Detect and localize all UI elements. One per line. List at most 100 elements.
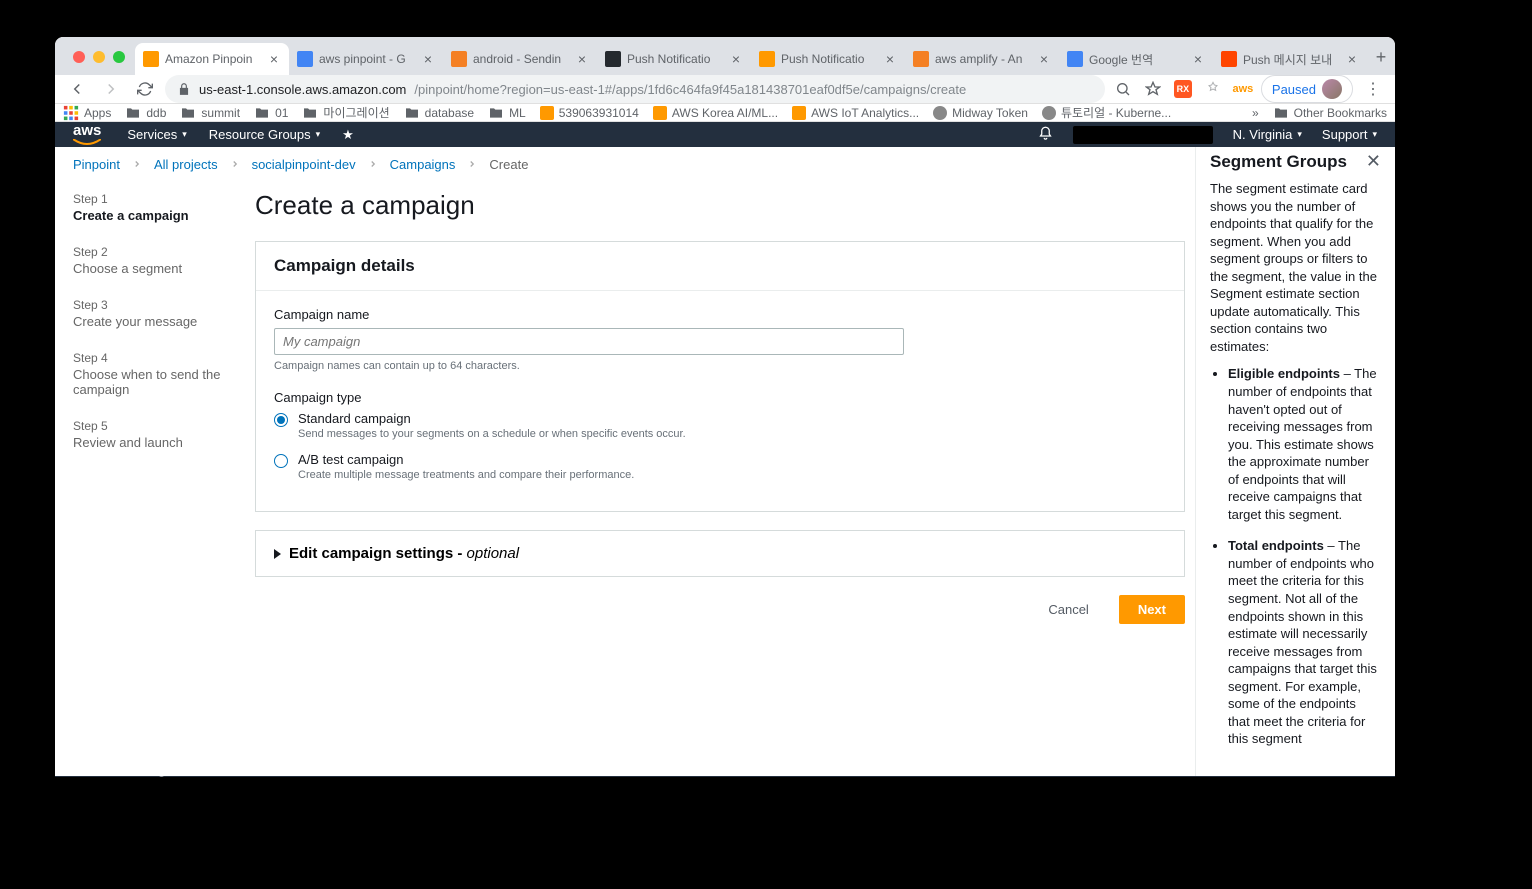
profile-paused[interactable]: Paused [1261, 75, 1353, 103]
bookmark-item[interactable]: AWS Korea AI/ML... [653, 106, 778, 120]
campaign-name-input[interactable] [274, 328, 904, 355]
bookmark-item[interactable]: AWS IoT Analytics... [792, 106, 919, 120]
browser-tab[interactable]: android - Sendin× [443, 43, 597, 75]
browser-tab[interactable]: Amazon Pinpoin× [135, 43, 289, 75]
browser-window: Amazon Pinpoin×aws pinpoint - G×android … [55, 37, 1395, 777]
browser-tab[interactable]: aws pinpoint - G × [289, 43, 443, 75]
pin-icon[interactable]: ★ [342, 127, 354, 143]
tab-close-icon[interactable]: × [267, 52, 281, 66]
tab-close-icon[interactable]: × [421, 52, 435, 66]
bookmark-item[interactable]: 539063931014 [540, 106, 639, 120]
bookmark-item[interactable]: ddb [125, 105, 166, 121]
language-selector[interactable]: English (US) [155, 776, 235, 777]
bookmark-item[interactable]: database [404, 105, 474, 121]
step-title: Choose when to send the campaign [73, 367, 237, 397]
forward-button[interactable] [97, 75, 125, 103]
content: Pinpoint All projects socialpinpoint-dev Ca… [55, 147, 1395, 776]
wizard-step[interactable]: Step 3 Create your message [73, 298, 237, 329]
step-number: Step 2 [73, 245, 237, 259]
wizard-step[interactable]: Step 2 Choose a segment [73, 245, 237, 276]
url-input[interactable]: us-east-1.console.aws.amazon.com/pinpoin… [165, 75, 1105, 103]
zoom-icon[interactable] [1111, 77, 1135, 101]
tab-title: aws amplify - An [935, 52, 1033, 66]
tab-close-icon[interactable]: × [1191, 52, 1205, 66]
wizard-step[interactable]: Step 4 Choose when to send the campaign [73, 351, 237, 397]
tab-title: aws pinpoint - G [319, 52, 417, 66]
back-button[interactable] [63, 75, 91, 103]
browser-tab[interactable]: Push Notificatio× [751, 43, 905, 75]
wizard-step[interactable]: Step 5 Review and launch [73, 419, 237, 450]
region-menu[interactable]: N. Virginia ▾ [1233, 127, 1302, 142]
services-menu[interactable]: Services ▾ [127, 127, 186, 142]
footer: Feedback English (US) © 2008 - 2019, Ama… [55, 776, 1395, 777]
terms-link[interactable]: Terms of Use [1312, 776, 1377, 777]
breadcrumb-separator [467, 157, 477, 172]
bookmark-item[interactable]: 튜토리얼 - Kuberne... [1042, 104, 1171, 121]
aws-logo[interactable]: aws [73, 122, 101, 147]
step-number: Step 5 [73, 419, 237, 433]
star-icon[interactable] [1141, 77, 1165, 101]
help-item-eligible: Eligible endpoints – The number of endpo… [1228, 365, 1381, 523]
step-title: Review and launch [73, 435, 237, 450]
close-window-button[interactable] [73, 51, 85, 63]
bookmark-item[interactable]: Midway Token [933, 106, 1028, 120]
step-title: Create your message [73, 314, 237, 329]
help-close-button[interactable]: ✕ [1366, 151, 1381, 172]
tab-title: Push Notificatio [627, 52, 725, 66]
bookmark-item[interactable]: Apps [63, 105, 111, 121]
tab-favicon [1067, 51, 1083, 67]
feedback-link[interactable]: Feedback [73, 776, 139, 777]
edit-settings-expander[interactable]: Edit campaign settings - optional [255, 530, 1185, 577]
reload-button[interactable] [131, 75, 159, 103]
other-bookmarks[interactable]: Other Bookmarks [1273, 105, 1387, 121]
breadcrumb-item[interactable]: Campaigns [390, 157, 456, 172]
radio-label: Standard campaign [298, 411, 686, 426]
url-domain: us-east-1.console.aws.amazon.com [199, 82, 406, 97]
tab-favicon [143, 51, 159, 67]
bookmark-item[interactable]: ML [488, 105, 526, 121]
campaign-type-option[interactable]: Standard campaignSend messages to your s… [274, 411, 1166, 440]
tab-favicon [913, 51, 929, 67]
browser-tab[interactable]: Push 메시지 보내× [1213, 43, 1367, 75]
bookmark-item[interactable]: 마이그레이션 [302, 104, 389, 121]
minimize-window-button[interactable] [93, 51, 105, 63]
privacy-link[interactable]: Privacy Policy [1226, 776, 1294, 777]
resource-groups-menu[interactable]: Resource Groups ▾ [209, 127, 320, 142]
breadcrumb-item[interactable]: All projects [154, 157, 218, 172]
browser-tab[interactable]: Google 번역 × [1059, 43, 1213, 75]
maximize-window-button[interactable] [113, 51, 125, 63]
extension-icon-2[interactable] [1201, 77, 1225, 101]
campaign-details-heading: Campaign details [256, 242, 1184, 291]
support-menu[interactable]: Support ▾ [1322, 127, 1377, 142]
bookmark-item[interactable]: summit [180, 105, 240, 121]
tab-close-icon[interactable]: × [1037, 52, 1051, 66]
help-panel: Segment Groups ✕ The segment estimate ca… [1195, 147, 1395, 776]
tab-close-icon[interactable]: × [883, 52, 897, 66]
campaign-type-label: Campaign type [274, 390, 1166, 405]
menu-button[interactable]: ⋮ [1359, 75, 1387, 103]
browser-tab[interactable]: aws amplify - An × [905, 43, 1059, 75]
bookmark-item[interactable]: 01 [254, 105, 288, 121]
step-number: Step 4 [73, 351, 237, 365]
tab-close-icon[interactable]: × [729, 52, 743, 66]
step-title: Choose a segment [73, 261, 237, 276]
tab-close-icon[interactable]: × [575, 52, 589, 66]
notifications-icon[interactable] [1038, 126, 1053, 144]
cancel-button[interactable]: Cancel [1030, 595, 1106, 624]
breadcrumb-item[interactable]: Pinpoint [73, 157, 120, 172]
address-bar: us-east-1.console.aws.amazon.com/pinpoin… [55, 75, 1395, 104]
help-item-total: Total endpoints – The number of endpoint… [1228, 537, 1381, 748]
new-tab-button[interactable]: + [1367, 47, 1395, 68]
extension-icon-1[interactable]: RX [1171, 77, 1195, 101]
tab-title: Google 번역 [1089, 51, 1187, 68]
extension-icon-3[interactable]: aws [1231, 77, 1255, 101]
campaign-type-option[interactable]: A/B test campaignCreate multiple message… [274, 452, 1166, 481]
tab-close-icon[interactable]: × [1345, 52, 1359, 66]
help-intro: The segment estimate card shows you the … [1210, 180, 1381, 355]
browser-tab[interactable]: Push Notificatio × [597, 43, 751, 75]
wizard-step[interactable]: Step 1Create a campaign [73, 192, 237, 223]
next-button[interactable]: Next [1119, 595, 1185, 624]
step-number: Step 3 [73, 298, 237, 312]
breadcrumb-item[interactable]: socialpinpoint-dev [252, 157, 356, 172]
page-title: Create a campaign [255, 190, 1185, 221]
